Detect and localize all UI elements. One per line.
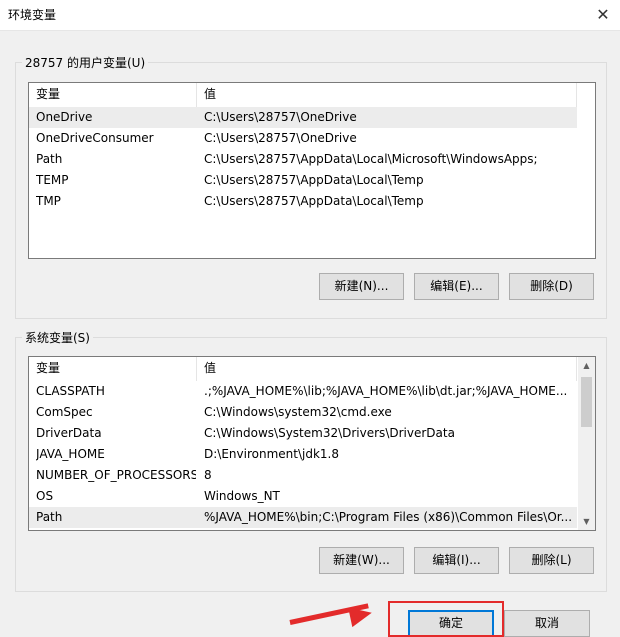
var-value: C:\Windows\system32\cmd.exe bbox=[204, 405, 392, 419]
var-value: C:\Users\28757\OneDrive bbox=[204, 131, 357, 145]
list-header: 变量 值 bbox=[29, 357, 577, 381]
var-name: JAVA_HOME bbox=[36, 447, 105, 461]
user-vars-list[interactable]: 变量 值 OneDrive C:\Users\28757\OneDrive On… bbox=[28, 82, 596, 259]
table-row[interactable]: TMP C:\Users\28757\AppData\Local\Temp bbox=[29, 191, 577, 212]
user-vars-legend: 28757 的用户变量(U) bbox=[22, 54, 149, 71]
close-icon[interactable]: ✕ bbox=[586, 0, 620, 28]
scroll-down-icon[interactable]: ▼ bbox=[578, 513, 595, 530]
annotation-arrowhead-icon bbox=[348, 602, 374, 628]
column-header-value[interactable]: 值 bbox=[197, 357, 577, 381]
var-value: 8 bbox=[204, 468, 212, 482]
system-vars-legend: 系统变量(S) bbox=[22, 329, 93, 346]
var-name: TMP bbox=[36, 194, 61, 208]
scroll-thumb[interactable] bbox=[581, 377, 592, 427]
cancel-button[interactable]: 取消 bbox=[504, 610, 590, 637]
var-value: D:\Environment\jdk1.8 bbox=[204, 447, 339, 461]
var-name: Path bbox=[36, 510, 63, 524]
table-row[interactable]: ComSpec C:\Windows\system32\cmd.exe bbox=[29, 402, 577, 423]
var-value: C:\Users\28757\OneDrive bbox=[204, 110, 357, 124]
var-value: C:\Users\28757\AppData\Local\Temp bbox=[204, 173, 424, 187]
table-row[interactable]: DriverData C:\Windows\System32\Drivers\D… bbox=[29, 423, 577, 444]
system-delete-button[interactable]: 删除(L) bbox=[509, 547, 594, 574]
title-bar: 环境变量 ✕ bbox=[0, 0, 620, 31]
var-name: OneDrive bbox=[36, 110, 93, 124]
column-header-value[interactable]: 值 bbox=[197, 83, 577, 107]
table-row[interactable]: OS Windows_NT bbox=[29, 486, 577, 507]
annotation-highlight-box bbox=[388, 601, 504, 637]
var-name: Path bbox=[36, 152, 63, 166]
table-row[interactable]: OneDrive C:\Users\28757\OneDrive bbox=[29, 107, 577, 128]
table-row[interactable]: Path C:\Users\28757\AppData\Local\Micros… bbox=[29, 149, 577, 170]
var-value: C:\Windows\System32\Drivers\DriverData bbox=[204, 426, 455, 440]
var-value: %JAVA_HOME%\bin;C:\Program Files (x86)\C… bbox=[204, 510, 573, 524]
var-value: C:\Users\28757\AppData\Local\Temp bbox=[204, 194, 424, 208]
scroll-up-icon[interactable]: ▲ bbox=[578, 357, 595, 374]
system-edit-button[interactable]: 编辑(I)... bbox=[414, 547, 499, 574]
table-row[interactable]: NUMBER_OF_PROCESSORS 8 bbox=[29, 465, 577, 486]
user-edit-button[interactable]: 编辑(E)... bbox=[414, 273, 499, 300]
var-name: DriverData bbox=[36, 426, 102, 440]
var-name: TEMP bbox=[36, 173, 69, 187]
var-value: C:\Users\28757\AppData\Local\Microsoft\W… bbox=[204, 152, 538, 166]
table-row[interactable]: CLASSPATH .;%JAVA_HOME%\lib;%JAVA_HOME%\… bbox=[29, 381, 577, 402]
user-delete-button[interactable]: 删除(D) bbox=[509, 273, 594, 300]
table-row[interactable]: TEMP C:\Users\28757\AppData\Local\Temp bbox=[29, 170, 577, 191]
window-title: 环境变量 bbox=[8, 8, 57, 22]
vertical-scrollbar[interactable]: ▲ ▼ bbox=[578, 357, 595, 530]
var-name: NUMBER_OF_PROCESSORS bbox=[36, 468, 196, 482]
table-row[interactable]: JAVA_HOME D:\Environment\jdk1.8 bbox=[29, 444, 577, 465]
var-name: ComSpec bbox=[36, 405, 93, 419]
var-name: OneDriveConsumer bbox=[36, 131, 154, 145]
var-value: .;%JAVA_HOME%\lib;%JAVA_HOME%\lib\dt.jar… bbox=[204, 384, 568, 398]
table-row[interactable]: OneDriveConsumer C:\Users\28757\OneDrive bbox=[29, 128, 577, 149]
list-header: 变量 值 bbox=[29, 83, 577, 107]
var-name: CLASSPATH bbox=[36, 384, 105, 398]
column-header-variable[interactable]: 变量 bbox=[29, 83, 197, 107]
var-value: Windows_NT bbox=[204, 489, 280, 503]
system-vars-list[interactable]: 变量 值 CLASSPATH .;%JAVA_HOME%\lib;%JAVA_H… bbox=[28, 356, 596, 531]
user-new-button[interactable]: 新建(N)... bbox=[319, 273, 404, 300]
var-name: OS bbox=[36, 489, 54, 503]
column-header-variable[interactable]: 变量 bbox=[29, 357, 197, 381]
table-row[interactable]: Path %JAVA_HOME%\bin;C:\Program Files (x… bbox=[29, 507, 577, 528]
system-new-button[interactable]: 新建(W)... bbox=[319, 547, 404, 574]
